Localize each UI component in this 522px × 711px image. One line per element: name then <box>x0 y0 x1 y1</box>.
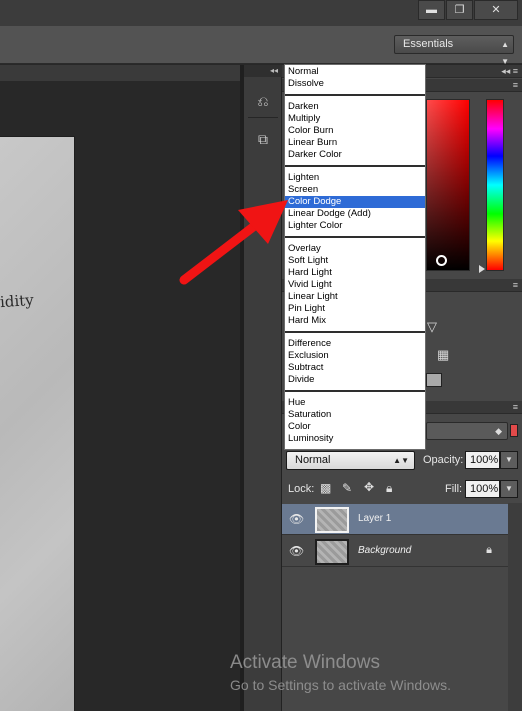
arrow-shaft <box>179 219 262 285</box>
photoshop-window: ▬ ❐ ✕ Essentials ▲▼ idity ◂◂ ⎌ ⧉ ◂◂ ≡ ≡ <box>0 0 522 711</box>
activate-windows-title: Activate Windows <box>230 652 380 673</box>
annotation-arrow <box>179 200 288 285</box>
activate-windows-subtitle: Go to Settings to activate Windows. <box>230 677 451 693</box>
